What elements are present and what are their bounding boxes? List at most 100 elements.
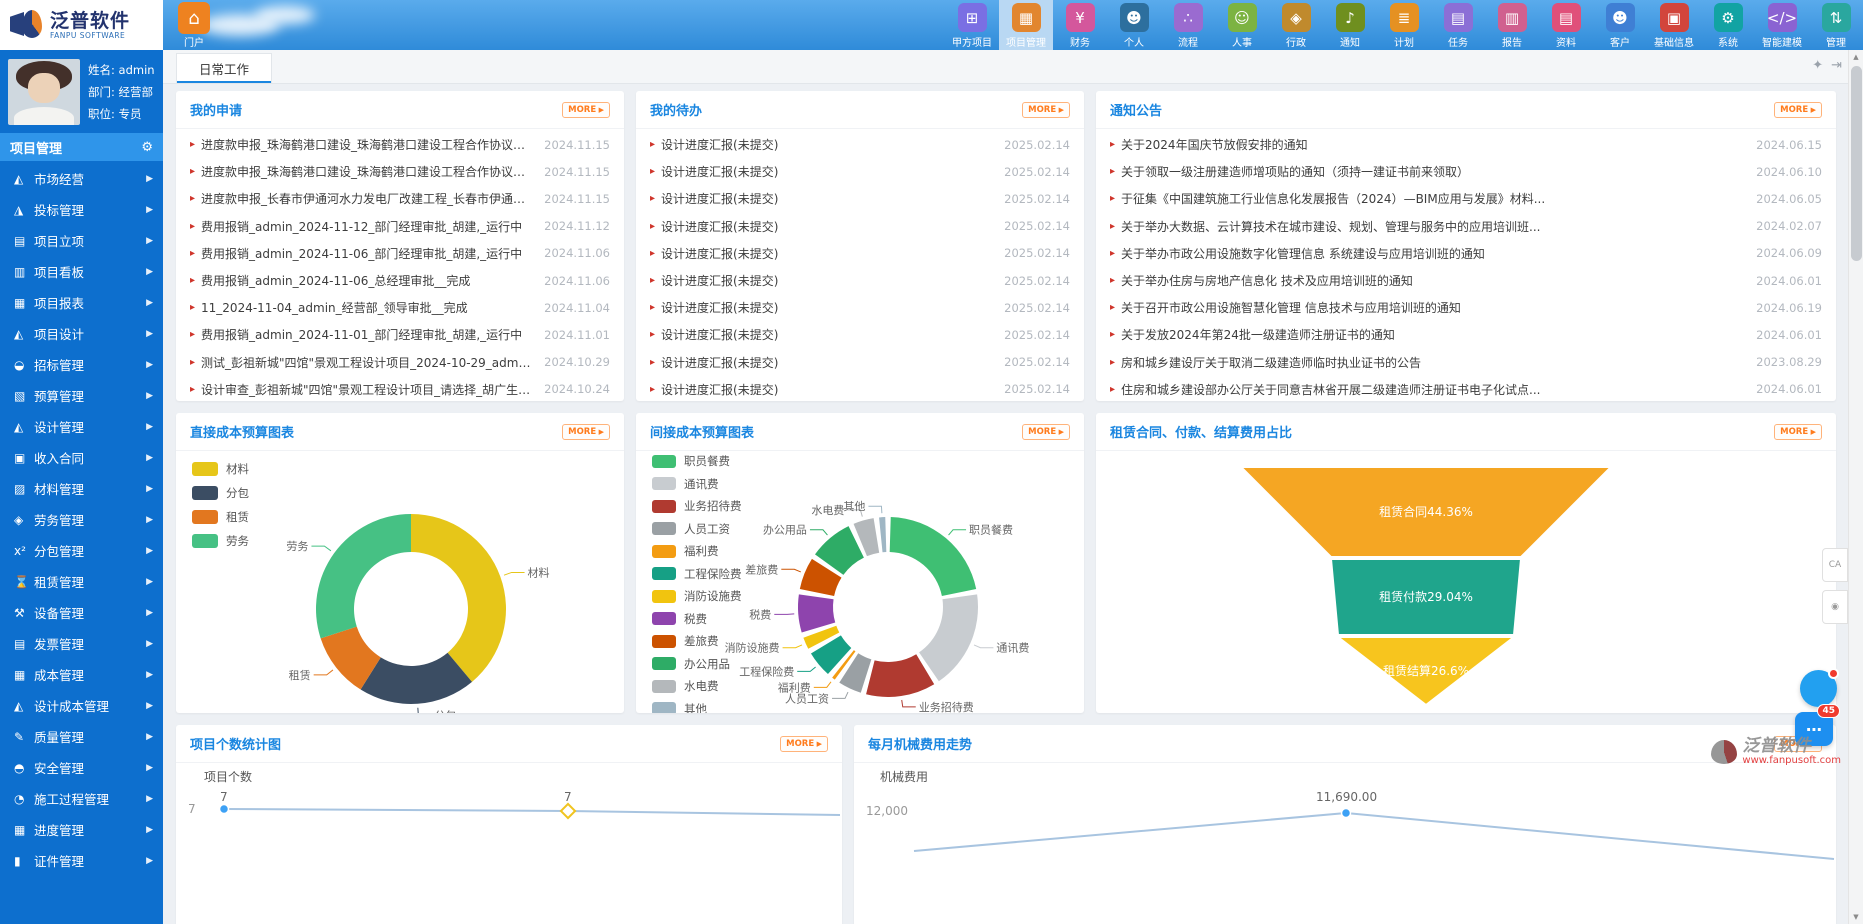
sidebar-item-收入合同[interactable]: ▣收入合同▶: [0, 442, 163, 473]
list-item[interactable]: ▸住房和城乡建设部办公厅关于同意吉林省开展二级建造师注册证书电子化试点...20…: [1110, 376, 1822, 401]
legend-item-其他[interactable]: 其他: [652, 701, 742, 714]
sidebar-item-项目看板[interactable]: ▥项目看板▶: [0, 256, 163, 287]
list-item[interactable]: ▸于征集《中国建筑施工行业信息化发展报告（2024）—BIM应用与发展》材料..…: [1110, 185, 1822, 212]
nav-item-客户[interactable]: ☻客户: [1593, 0, 1647, 50]
donut-slice-税费[interactable]: [798, 594, 835, 632]
list-item[interactable]: ▸设计审查_彭祖新城"四馆"景观工程设计项目_请选择_胡广生_2024-10-2…: [190, 376, 610, 401]
list-item[interactable]: ▸关于举办大数据、云计算技术在城市建设、规划、管理与服务中的应用培训班...20…: [1110, 213, 1822, 240]
nav-item-资料[interactable]: ▤资料: [1539, 0, 1593, 50]
list-item[interactable]: ▸进度款申报_珠海鹤港口建设_珠海鹤港口建设工程合作协议书_admin_...2…: [190, 131, 610, 158]
nav-item-管理[interactable]: ⇅管理: [1809, 0, 1863, 50]
legend-item-消防设施费[interactable]: 消防设施费: [652, 588, 742, 604]
list-item[interactable]: ▸设计进度汇报(未提交)2025.02.14: [650, 158, 1070, 185]
list-item[interactable]: ▸设计进度汇报(未提交)2025.02.14: [650, 213, 1070, 240]
sidebar-item-项目报表[interactable]: ▦项目报表▶: [0, 287, 163, 318]
list-item[interactable]: ▸关于召开市政公用设施智慧化管理 信息技术与应用培训班的通知2024.06.19: [1110, 294, 1822, 321]
list-item[interactable]: ▸设计进度汇报(未提交)2025.02.14: [650, 376, 1070, 401]
nav-item-系统[interactable]: ⚙系统: [1701, 0, 1755, 50]
floating-chat-button[interactable]: [1800, 670, 1837, 707]
sidebar-item-发票管理[interactable]: ▤发票管理▶: [0, 628, 163, 659]
nav-item-甲方项目[interactable]: ⊞甲方项目: [945, 0, 999, 50]
legend-item-税费[interactable]: 税费: [652, 611, 742, 627]
more-button[interactable]: MORE: [1022, 424, 1070, 440]
scroll-up-arrow[interactable]: ▲: [1849, 50, 1863, 64]
more-button[interactable]: MORE: [562, 424, 610, 440]
legend-item-差旅费[interactable]: 差旅费: [652, 633, 742, 649]
data-point-marker[interactable]: [220, 805, 229, 814]
sidebar-item-材料管理[interactable]: ▨材料管理▶: [0, 473, 163, 504]
sidebar-item-投标管理[interactable]: ◮投标管理▶: [0, 194, 163, 225]
more-button[interactable]: MORE: [1774, 102, 1822, 118]
list-item[interactable]: ▸设计进度汇报(未提交)2025.02.14: [650, 131, 1070, 158]
list-item[interactable]: ▸费用报销_admin_2024-11-12_部门经理审批_胡建,_运行中202…: [190, 213, 610, 240]
legend-item-人员工资[interactable]: 人员工资: [652, 521, 742, 537]
nav-item-智能建模[interactable]: </>智能建模: [1755, 0, 1809, 50]
sidebar-item-安全管理[interactable]: ◓安全管理▶: [0, 752, 163, 783]
list-item[interactable]: ▸关于举办市政公用设施数字化管理信息 系统建设与应用培训班的通知2024.06.…: [1110, 240, 1822, 267]
expand-icon[interactable]: ⇥: [1831, 58, 1842, 73]
legend-item-职员餐费[interactable]: 职员餐费: [652, 453, 742, 469]
list-item[interactable]: ▸进度款申报_珠海鹤港口建设_珠海鹤港口建设工程合作协议书_admin_...2…: [190, 158, 610, 185]
list-item[interactable]: ▸关于发放2024年第24批一级建造师注册证书的通知2024.06.01: [1110, 321, 1822, 348]
sidebar-item-项目立项[interactable]: ▤项目立项▶: [0, 225, 163, 256]
list-item[interactable]: ▸设计进度汇报(未提交)2025.02.14: [650, 321, 1070, 348]
nav-item-基础信息[interactable]: ▣基础信息: [1647, 0, 1701, 50]
legend-item-办公用品[interactable]: 办公用品: [652, 656, 742, 672]
list-item[interactable]: ▸设计进度汇报(未提交)2025.02.14: [650, 185, 1070, 212]
sidebar-item-租赁管理[interactable]: ⌛租赁管理▶: [0, 566, 163, 597]
legend-item-福利费[interactable]: 福利费: [652, 543, 742, 559]
sidebar-item-招标管理[interactable]: ◒招标管理▶: [0, 349, 163, 380]
legend-item-分包[interactable]: 分包: [192, 485, 249, 501]
legend-item-材料[interactable]: 材料: [192, 461, 249, 477]
list-item[interactable]: ▸关于举办住房与房地产信息化 技术及应用培训班的通知2024.06.01: [1110, 267, 1822, 294]
sidebar-item-劳务管理[interactable]: ◈劳务管理▶: [0, 504, 163, 535]
nav-item-人事[interactable]: ☺人事: [1215, 0, 1269, 50]
more-button[interactable]: MORE: [1022, 102, 1070, 118]
donut-slice-人员工资[interactable]: [839, 653, 871, 693]
donut-slice-职员餐费[interactable]: [890, 517, 977, 596]
legend-item-租赁[interactable]: 租赁: [192, 509, 249, 525]
list-item[interactable]: ▸设计进度汇报(未提交)2025.02.14: [650, 267, 1070, 294]
list-item[interactable]: ▸费用报销_admin_2024-11-01_部门经理审批_胡建,_运行中202…: [190, 321, 610, 348]
donut-slice-通讯费[interactable]: [919, 594, 978, 681]
data-point-marker[interactable]: [561, 804, 575, 818]
tab-daily-work[interactable]: 日常工作: [176, 53, 272, 83]
sidebar-item-证件管理[interactable]: ▮证件管理▶: [0, 845, 163, 876]
list-item[interactable]: ▸测试_彭祖新城"四馆"景观工程设计项目_2024-10-29_admin_结束…: [190, 349, 610, 376]
nav-item-流程[interactable]: ∴流程: [1161, 0, 1215, 50]
data-point-marker[interactable]: [1342, 809, 1351, 818]
scrollbar-thumb[interactable]: [1851, 66, 1862, 261]
sidebar-item-项目设计[interactable]: ◭项目设计▶: [0, 318, 163, 349]
floating-widget-contact[interactable]: ◉: [1822, 590, 1848, 624]
nav-item-财务[interactable]: ¥财务: [1053, 0, 1107, 50]
list-item[interactable]: ▸费用报销_admin_2024-11-06_部门经理审批_胡建,_运行中202…: [190, 240, 610, 267]
list-item[interactable]: ▸关于2024年国庆节放假安排的通知2024.06.15: [1110, 131, 1822, 158]
list-item[interactable]: ▸11_2024-11-04_admin_经营部_领导审批__完成2024.11…: [190, 294, 610, 321]
more-button[interactable]: MORE: [780, 736, 828, 752]
sidebar-item-质量管理[interactable]: ✎质量管理▶: [0, 721, 163, 752]
sidebar-item-市场经营[interactable]: ◭市场经营▶: [0, 163, 163, 194]
list-item[interactable]: ▸设计进度汇报(未提交)2025.02.14: [650, 294, 1070, 321]
sidebar-item-分包管理[interactable]: x²分包管理▶: [0, 535, 163, 566]
legend-item-水电费[interactable]: 水电费: [652, 678, 742, 694]
sidebar-item-设计管理[interactable]: ◭设计管理▶: [0, 411, 163, 442]
nav-item-报告[interactable]: ▥报告: [1485, 0, 1539, 50]
donut-slice-材料[interactable]: [411, 514, 506, 682]
list-item[interactable]: ▸进度款申报_长春市伊通河水力发电厂改建工程_长春市伊通河水力发电...2024…: [190, 185, 610, 212]
nav-item-个人[interactable]: ☻个人: [1107, 0, 1161, 50]
more-button[interactable]: MORE: [562, 102, 610, 118]
sidebar-item-预算管理[interactable]: ▧预算管理▶: [0, 380, 163, 411]
list-item[interactable]: ▸关于领取一级注册建造师增项贴的通知（须持一建证书前来领取）2024.06.10: [1110, 158, 1822, 185]
legend-item-工程保险费[interactable]: 工程保险费: [652, 566, 742, 582]
legend-item-业务招待费[interactable]: 业务招待费: [652, 498, 742, 514]
list-item[interactable]: ▸设计进度汇报(未提交)2025.02.14: [650, 349, 1070, 376]
nav-item-计划[interactable]: ≣计划: [1377, 0, 1431, 50]
donut-slice-其他[interactable]: [879, 517, 886, 552]
nav-item-通知[interactable]: ♪通知: [1323, 0, 1377, 50]
list-item[interactable]: ▸房和城乡建设厅关于取消二级建造师临时执业证书的公告2023.08.29: [1110, 349, 1822, 376]
nav-item-行政[interactable]: ◈行政: [1269, 0, 1323, 50]
sidebar-item-成本管理[interactable]: ▦成本管理▶: [0, 659, 163, 690]
more-button[interactable]: MORE: [1774, 424, 1822, 440]
sidebar-item-施工过程管理[interactable]: ◔施工过程管理▶: [0, 783, 163, 814]
sidebar-item-设备管理[interactable]: ⚒设备管理▶: [0, 597, 163, 628]
